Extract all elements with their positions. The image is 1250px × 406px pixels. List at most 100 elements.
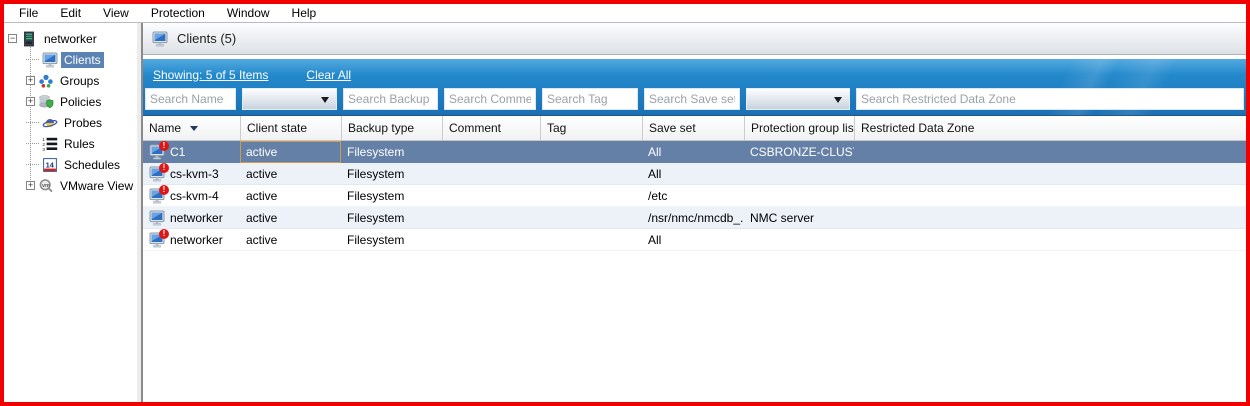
cell-protection-group [744,185,854,206]
menu-window[interactable]: Window [216,5,281,22]
menu-help[interactable]: Help [281,5,328,22]
expand-toggle-icon[interactable]: + [26,181,35,190]
column-header-restricted-data-zone[interactable]: Restricted Data Zone [854,116,1246,140]
column-header-tag[interactable]: Tag [540,116,642,140]
column-header-comment[interactable]: Comment [442,116,540,140]
column-header-label: Restricted Data Zone [861,121,974,135]
showing-items-link[interactable]: Showing: 5 of 5 Items [153,68,268,82]
protection-group-filter-dropdown[interactable] [746,88,850,110]
column-header-label: Backup type [348,121,414,135]
cell-text: /etc [648,189,667,203]
tree-item-label: Clients [61,52,104,68]
column-header-client-state[interactable]: Client state [240,116,341,140]
collapse-toggle-icon[interactable]: − [8,34,17,43]
cell-save-set: All [642,229,744,250]
tree-connector [26,59,39,60]
alert-badge-icon: ! [159,185,169,195]
server-icon [21,31,37,47]
content-area: − networker Clients + Groups + Policies Probe… [4,23,1246,402]
cell-name: !cs-kvm-3 [143,163,240,184]
menu-edit[interactable]: Edit [49,5,92,22]
table-body: !C1activeFilesystemAllCSBRONZE-CLUST...!… [143,141,1246,402]
column-header-save-set[interactable]: Save set [642,116,744,140]
vmware-icon: vm [38,178,54,194]
tree-item-vmware-view[interactable]: +vmVMware View [4,175,141,196]
cell-text: All [648,233,661,247]
cell-text: networker [170,211,223,225]
tree-item-probes[interactable]: Probes [4,112,141,133]
groups-icon [38,73,54,89]
search-save-set-input[interactable] [644,88,740,110]
cell-backup-type: Filesystem [341,229,442,250]
cell-protection-group: CSBRONZE-CLUST... [744,141,854,163]
table-row-cs-kvm-3[interactable]: !cs-kvm-3activeFilesystemAll [143,163,1246,185]
rules-icon: 123 [42,136,58,152]
svg-text:3: 3 [42,147,45,152]
cell-protection-group: NMC server [744,207,854,228]
tree-item-rules[interactable]: 123Rules [4,133,141,154]
tree-item-label: Policies [57,94,104,110]
tree-children: Clients+Groups+PoliciesProbes123Rules14S… [4,49,141,196]
column-header-protection-group-list[interactable]: Protection group list [744,116,854,140]
cell-text: Filesystem [347,145,404,159]
search-name-input[interactable] [145,88,236,110]
navigation-tree: − networker Clients + Groups + Policies Probe… [4,23,143,402]
tree-item-label: Schedules [61,157,123,173]
menu-view[interactable]: View [92,5,140,22]
column-header-label: Name [149,121,181,135]
search-tag-input[interactable] [542,88,638,110]
cell-text: Filesystem [347,211,404,225]
client-state-filter-dropdown[interactable] [242,88,337,110]
sort-desc-icon [190,126,198,135]
cell-text: NMC server [750,211,814,225]
table-row-c1[interactable]: !C1activeFilesystemAllCSBRONZE-CLUST... [143,141,1246,163]
cell-client-state: active [240,141,341,163]
menu-bar: FileEditViewProtectionWindowHelp [4,4,1246,23]
table-row-networker[interactable]: networkeractiveFilesystem/nsr/nmc/nmcdb_… [143,207,1246,229]
tree-item-label: Rules [61,136,98,152]
cell-text: All [648,167,661,181]
table-row-networker[interactable]: !networkeractiveFilesystemAll [143,229,1246,251]
tree-item-label: Groups [57,73,102,89]
cell-tag [540,229,642,250]
cell-rdz [854,141,1246,163]
cell-tag [540,207,642,228]
cell-text: active [246,211,277,225]
tree-item-policies[interactable]: + Policies [4,91,141,112]
cell-backup-type: Filesystem [341,141,442,163]
expand-toggle-icon[interactable]: + [26,97,35,106]
table-row-cs-kvm-4[interactable]: !cs-kvm-4activeFilesystem/etc [143,185,1246,207]
menu-file[interactable]: File [8,5,49,22]
cell-client-state: active [240,185,341,206]
cell-rdz [854,229,1246,250]
tree-item-label: networker [41,31,100,47]
cell-protection-group [744,229,854,250]
column-header-label: Client state [247,121,307,135]
cell-rdz [854,185,1246,206]
tree-item-schedules[interactable]: 14Schedules [4,154,141,175]
tree-item-label: Probes [61,115,105,131]
search-comment-input[interactable] [444,88,536,110]
cell-save-set: All [642,141,744,163]
column-header-backup-type[interactable]: Backup type [341,116,442,140]
clients-panel: Clients (5) Showing: 5 of 5 Items Clear … [143,23,1246,402]
cell-rdz [854,207,1246,228]
search-rdz-input[interactable] [856,88,1244,110]
clear-all-link[interactable]: Clear All [306,68,351,82]
cell-name: networker [143,207,240,228]
cell-text: active [246,167,277,181]
tree-item-networker[interactable]: − networker [4,28,141,49]
cell-text: All [648,145,661,159]
cell-client-state: active [240,229,341,250]
cell-comment [442,207,540,228]
cell-text: active [246,189,277,203]
expand-toggle-icon[interactable]: + [26,76,35,85]
tree-item-groups[interactable]: + Groups [4,70,141,91]
tree-item-clients[interactable]: Clients [4,49,141,70]
column-header-name[interactable]: Name [143,116,240,140]
search-backup-type-input[interactable] [343,88,438,110]
cell-text: active [246,233,277,247]
menu-protection[interactable]: Protection [140,5,216,22]
client-monitor-icon: ! [149,166,165,182]
cell-protection-group [744,163,854,184]
